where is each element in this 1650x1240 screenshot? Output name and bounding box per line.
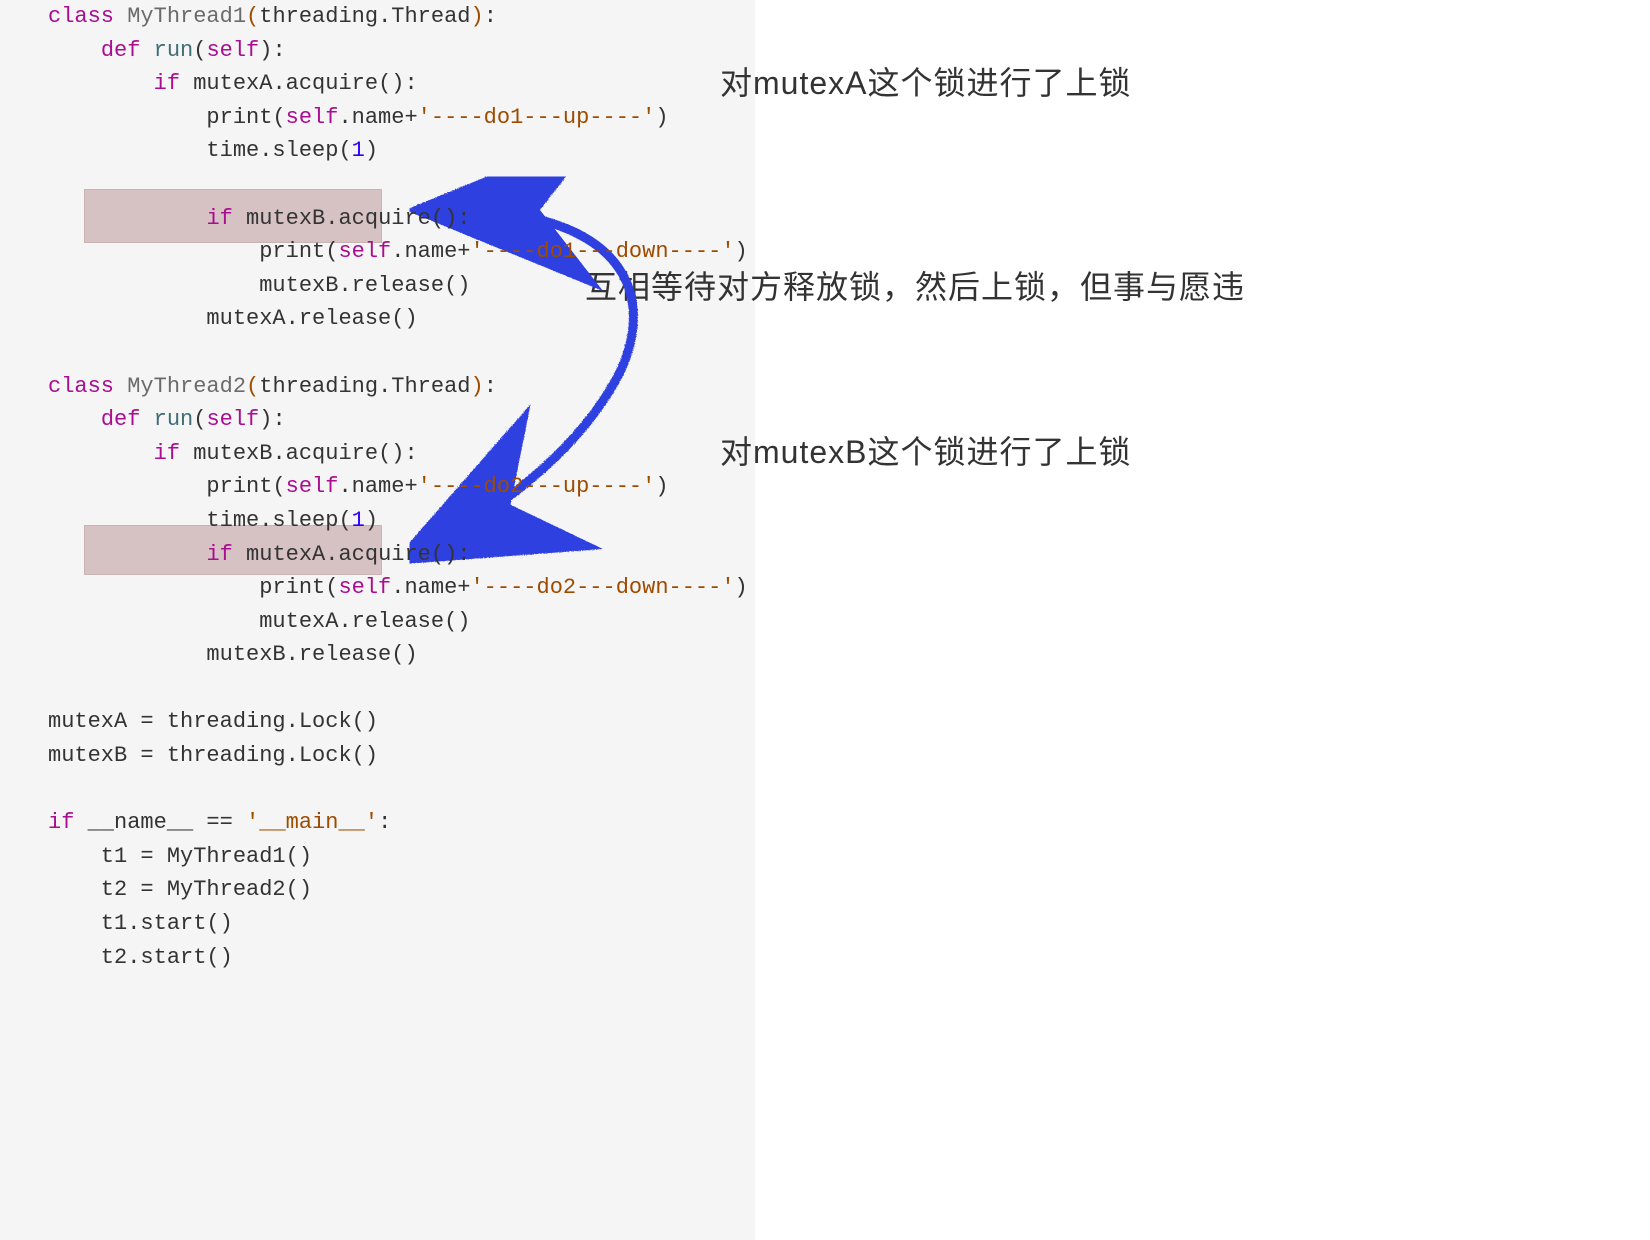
code-line: if mutexA.acquire(): xyxy=(48,67,755,101)
page: class MyThread1(threading.Thread): def r… xyxy=(0,0,1650,1240)
annotation-mutexa-lock: 对mutexA这个锁进行了上锁 xyxy=(720,58,1132,104)
code-line: mutexB = threading.Lock() xyxy=(48,739,755,773)
code-line: class MyThread1(threading.Thread): xyxy=(48,0,755,34)
code-line: print(self.name+'----do1---up----') xyxy=(48,101,755,135)
code-line xyxy=(48,168,755,202)
code-line xyxy=(48,773,755,807)
annotation-mutexb-lock: 对mutexB这个锁进行了上锁 xyxy=(720,427,1132,473)
code-line: mutexB.release() xyxy=(48,269,755,303)
code-line: def run(self): xyxy=(48,403,755,437)
code-line: mutexB.release() xyxy=(48,638,755,672)
code-line: if mutexB.acquire(): xyxy=(48,202,755,236)
code-line: print(self.name+'----do2---up----') xyxy=(48,470,755,504)
code-line: if mutexB.acquire(): xyxy=(48,437,755,471)
code-line: class MyThread2(threading.Thread): xyxy=(48,370,755,404)
code-lines: class MyThread1(threading.Thread): def r… xyxy=(48,0,755,974)
code-line: def run(self): xyxy=(48,34,755,68)
code-line: t1 = MyThread1() xyxy=(48,840,755,874)
code-line: t2 = MyThread2() xyxy=(48,873,755,907)
code-block: class MyThread1(threading.Thread): def r… xyxy=(0,0,755,1240)
code-line: if mutexA.acquire(): xyxy=(48,538,755,572)
code-line xyxy=(48,336,755,370)
code-line: mutexA.release() xyxy=(48,302,755,336)
code-line: mutexA = threading.Lock() xyxy=(48,705,755,739)
code-line: if __name__ == '__main__': xyxy=(48,806,755,840)
code-line: time.sleep(1) xyxy=(48,134,755,168)
code-line xyxy=(48,672,755,706)
code-line: t2.start() xyxy=(48,941,755,975)
code-line: time.sleep(1) xyxy=(48,504,755,538)
code-line: mutexA.release() xyxy=(48,605,755,639)
code-line: t1.start() xyxy=(48,907,755,941)
code-line: print(self.name+'----do2---down----') xyxy=(48,571,755,605)
code-line: print(self.name+'----do1---down----') xyxy=(48,235,755,269)
